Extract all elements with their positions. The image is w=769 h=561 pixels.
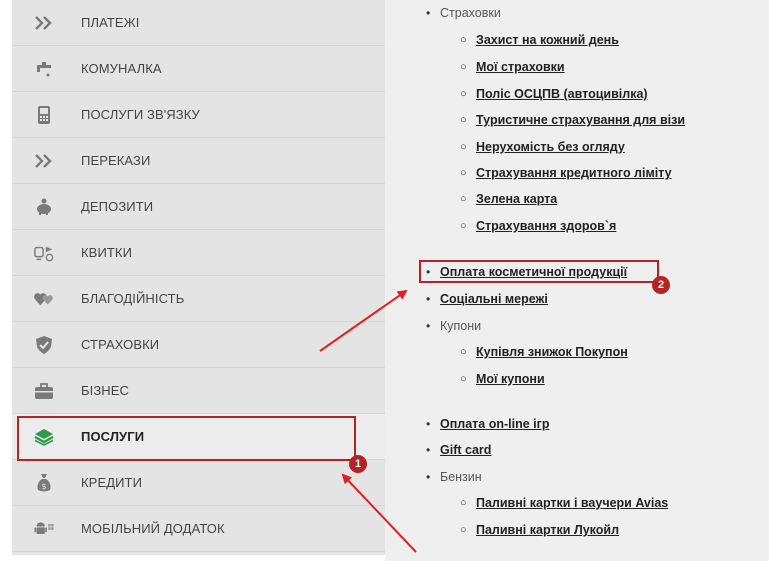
circle-bullet-icon: ○ bbox=[460, 373, 467, 385]
train-plane-icon bbox=[34, 243, 54, 263]
circle-bullet-icon: ○ bbox=[460, 114, 467, 126]
list-item-link[interactable]: • Gift card bbox=[426, 443, 491, 457]
annotation-badge-2: 2 bbox=[652, 276, 670, 294]
list-item-link[interactable]: ○ Паливні картки Лукойл bbox=[460, 523, 619, 537]
list-item-link[interactable]: ○ Мої купони bbox=[460, 372, 545, 386]
list-item-link[interactable]: ○ Туристичне страхування для візи bbox=[460, 113, 685, 127]
sidebar-item-deposits[interactable]: ДЕПОЗИТИ bbox=[12, 184, 385, 230]
sidebar-item-label: ПЛАТЕЖІ bbox=[81, 15, 140, 30]
list-item-link[interactable]: • Оплата on-line ігр bbox=[426, 417, 549, 431]
sidebar-item-label: КВИТКИ bbox=[81, 245, 133, 260]
svg-text:$: $ bbox=[41, 482, 46, 491]
bullet-icon: • bbox=[426, 443, 431, 457]
circle-bullet-icon: ○ bbox=[460, 193, 467, 205]
sidebar-item-label: ПОСЛУГИ bbox=[81, 429, 145, 444]
sidebar-item-loans[interactable]: $ КРЕДИТИ bbox=[12, 460, 385, 506]
list-item-fuel-group: • Бензин bbox=[426, 470, 482, 484]
annotation-badge-1: 1 bbox=[349, 455, 367, 473]
sidebar-item-label: ПЕРЕКАЗИ bbox=[81, 153, 151, 168]
list-item-link[interactable]: ○ Страхування кредитного ліміту bbox=[460, 166, 672, 180]
sidebar-item-label: КОМУНАЛКА bbox=[81, 61, 162, 76]
list-item-link[interactable]: ○ Страхування здоров`я bbox=[460, 219, 616, 233]
circle-bullet-icon: ○ bbox=[460, 34, 467, 46]
sidebar-item-mobile-app[interactable]: МОБІЛЬНИЙ ДОДАТОК bbox=[12, 506, 385, 552]
circle-bullet-icon: ○ bbox=[460, 220, 467, 232]
hearts-icon bbox=[34, 289, 54, 309]
money-bag-icon: $ bbox=[34, 473, 54, 493]
bullet-icon: • bbox=[426, 417, 431, 431]
circle-bullet-icon: ○ bbox=[460, 88, 467, 100]
sidebar-item-label: КРЕДИТИ bbox=[81, 475, 143, 490]
sidebar-item-transfers[interactable]: ПЕРЕКАЗИ bbox=[12, 138, 385, 184]
bullet-icon: • bbox=[426, 470, 431, 484]
list-item-link[interactable]: ○ Паливні картки і ваучери Avias bbox=[460, 496, 668, 510]
phone-icon bbox=[34, 105, 54, 125]
briefcase-icon bbox=[34, 381, 54, 401]
list-item-link[interactable]: • Соціальні мережі bbox=[426, 292, 548, 306]
mobile-app-icon bbox=[34, 519, 54, 539]
sidebar-item-business[interactable]: БІЗНЕС bbox=[12, 368, 385, 414]
circle-bullet-icon: ○ bbox=[460, 167, 467, 179]
list-item-link[interactable]: ○ Нерухомість без огляду bbox=[460, 140, 625, 154]
double-chevron-icon bbox=[34, 151, 54, 171]
sidebar-item-telecom[interactable]: ПОСЛУГИ ЗВ'ЯЗКУ bbox=[12, 92, 385, 138]
shield-icon bbox=[34, 335, 54, 355]
sidebar-item-label: ПОСЛУГИ ЗВ'ЯЗКУ bbox=[81, 107, 200, 122]
sidebar-item-label: БІЗНЕС bbox=[81, 383, 130, 398]
list-item-cosmetics-payment[interactable]: • Оплата косметичної продукції bbox=[426, 265, 627, 279]
piggy-bank-icon bbox=[34, 197, 54, 217]
circle-bullet-icon: ○ bbox=[460, 497, 467, 509]
faucet-icon bbox=[34, 59, 54, 79]
services-icon bbox=[34, 427, 54, 447]
sidebar-item-label: СТРАХОВКИ bbox=[81, 337, 160, 352]
list-item-link[interactable]: ○ Поліс ОСЦПВ (автоцивілка) bbox=[460, 87, 648, 101]
circle-bullet-icon: ○ bbox=[460, 346, 467, 358]
sidebar-item-charity[interactable]: БЛАГОДІЙНІСТЬ bbox=[12, 276, 385, 322]
sidebar-item-label: МОБІЛЬНИЙ ДОДАТОК bbox=[81, 521, 225, 536]
list-item-link[interactable]: ○ Захист на кожний день bbox=[460, 33, 619, 47]
bullet-icon: • bbox=[426, 319, 431, 333]
circle-bullet-icon: ○ bbox=[460, 141, 467, 153]
list-item-coupons-group: • Купони bbox=[426, 319, 482, 333]
list-item-insurance-group: • Страховки bbox=[426, 6, 501, 20]
bullet-icon: • bbox=[426, 265, 431, 279]
list-item-link[interactable]: ○ Зелена карта bbox=[460, 192, 557, 206]
circle-bullet-icon: ○ bbox=[460, 524, 467, 536]
sidebar-item-utilities[interactable]: КОМУНАЛКА bbox=[12, 46, 385, 92]
list-item-link[interactable]: ○ Мої страховки bbox=[460, 60, 565, 74]
sidebar-item-label: БЛАГОДІЙНІСТЬ bbox=[81, 291, 185, 306]
sidebar-item-tickets[interactable]: КВИТКИ bbox=[12, 230, 385, 276]
sidebar-item-insurance[interactable]: СТРАХОВКИ bbox=[12, 322, 385, 368]
circle-bullet-icon: ○ bbox=[460, 61, 467, 73]
bullet-icon: • bbox=[426, 292, 431, 306]
sidebar-menu: ПЛАТЕЖІ КОМУНАЛКА ПОСЛУГИ ЗВ'ЯЗКУ ПЕРЕКА… bbox=[12, 0, 385, 555]
sidebar-item-payments[interactable]: ПЛАТЕЖІ bbox=[12, 0, 385, 46]
sidebar-item-services[interactable]: ПОСЛУГИ bbox=[12, 414, 385, 460]
list-item-link[interactable]: ○ Купівля знижок Покупон bbox=[460, 345, 628, 359]
sidebar-item-label: ДЕПОЗИТИ bbox=[81, 199, 154, 214]
double-chevron-icon bbox=[34, 13, 54, 33]
bullet-icon: • bbox=[426, 6, 431, 20]
